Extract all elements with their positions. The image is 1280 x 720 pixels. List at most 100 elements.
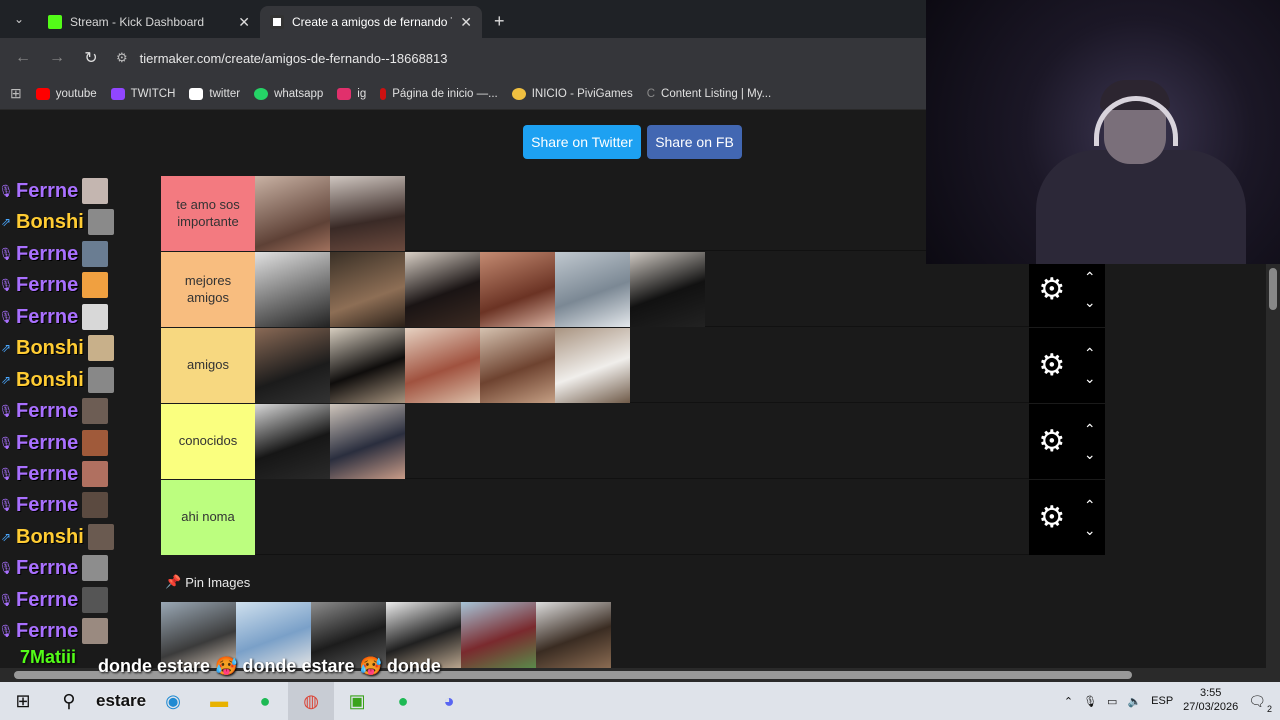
bookmark-label: twitter <box>209 87 241 100</box>
gear-icon[interactable]: ⚙ <box>1038 274 1065 305</box>
store-icon[interactable]: ▣ <box>334 682 380 720</box>
windows-start-icon[interactable]: ⊞ <box>0 682 46 720</box>
tier-label[interactable]: amigos <box>161 328 255 403</box>
chat-last-text: donde estare 🥵 donde estare 🥵 donde <box>98 656 441 677</box>
bookmark-whatsapp[interactable]: whatsapp <box>254 87 323 100</box>
tier-image[interactable] <box>255 176 330 251</box>
tier-image[interactable] <box>555 252 630 327</box>
tier-controls: ⚙ ⌃ ⌄ <box>1029 480 1105 555</box>
vertical-scrollbar[interactable] <box>1266 264 1280 668</box>
chat-emote <box>82 430 109 456</box>
pool-image[interactable] <box>536 602 611 668</box>
chat-username: Bonshi <box>16 368 84 391</box>
tier-image[interactable] <box>555 328 630 403</box>
bookmark-pivigames[interactable]: INICIO - PiviGames <box>511 87 633 100</box>
tab-title: Create a amigos de fernando Ti <box>292 15 453 29</box>
clock[interactable]: 3:55 27/03/2026 <box>1183 687 1238 715</box>
language-indicator[interactable]: ESP <box>1151 695 1173 707</box>
bookmark-label: Content Listing | My... <box>661 87 772 100</box>
edge-icon[interactable]: ◉ <box>150 682 196 720</box>
chevron-down-icon[interactable]: ⌄ <box>1084 294 1096 311</box>
chat-username: Ferrne <box>16 588 79 611</box>
site-info-icon[interactable]: ⚙ <box>116 50 128 66</box>
tier-image[interactable] <box>330 404 405 479</box>
tier-label[interactable]: mejores amigos <box>161 252 255 327</box>
tier-image[interactable] <box>480 252 555 327</box>
chat-emote <box>82 272 109 298</box>
share-fb-button[interactable]: Share on FB <box>647 125 742 159</box>
kick-badge-icon: ⇗ <box>0 341 12 355</box>
tier-image[interactable] <box>255 404 330 479</box>
bookmark-youtube[interactable]: youtube <box>35 87 97 100</box>
spotify-icon[interactable]: ● <box>380 682 426 720</box>
close-icon[interactable]: ✕ <box>460 14 472 31</box>
chevron-down-icon[interactable]: ⌄ <box>1084 370 1096 387</box>
address-bar[interactable]: ⚙ tiermaker.com/create/amigos-de-fernand… <box>116 43 918 73</box>
chevron-down-icon[interactable]: ⌄ <box>1084 446 1096 463</box>
chevron-up-icon[interactable]: ⌃ <box>1084 269 1096 286</box>
notification-icon[interactable]: 🗨 2 <box>1248 693 1272 714</box>
back-icon[interactable]: ← <box>14 49 32 67</box>
chevron-up-icon[interactable]: ⌃ <box>1084 497 1096 514</box>
bookmark-label: Página de inicio —... <box>392 87 498 100</box>
spotify-icon[interactable]: ● <box>242 682 288 720</box>
tier-label[interactable]: te amo sos importante <box>161 176 255 251</box>
tier-image[interactable] <box>255 328 330 403</box>
discord-icon[interactable]: ◕ <box>426 682 472 720</box>
chevron-up-icon[interactable]: ⌃ <box>1084 345 1096 362</box>
tab-kick-dashboard[interactable]: Stream - Kick Dashboard ✕ <box>38 6 260 38</box>
pivigames-icon <box>511 87 526 100</box>
chat-username: Ferrne <box>16 619 79 642</box>
tier-image[interactable] <box>330 328 405 403</box>
microphone-badge-icon: 🎙 <box>0 310 14 324</box>
tier-image[interactable] <box>330 252 405 327</box>
tier-row: ahi noma ⚙ ⌃ ⌄ <box>161 480 1105 555</box>
volume-icon[interactable]: 🔈 <box>1127 695 1141 708</box>
tier-images <box>255 252 705 327</box>
chat-username: Ferrne <box>16 179 79 202</box>
chat-username: Ferrne <box>16 431 79 454</box>
file-explorer-icon[interactable]: ▬ <box>196 682 242 720</box>
person-body <box>1036 150 1246 264</box>
new-tab-icon[interactable]: + <box>482 11 517 38</box>
tier-image[interactable] <box>405 328 480 403</box>
bookmark-ig[interactable]: ig <box>337 87 366 100</box>
bookmark-twitter[interactable]: twitter <box>189 87 241 100</box>
close-icon[interactable]: ✕ <box>238 14 250 31</box>
bookmark-pagina-inicio[interactable]: Página de inicio —... <box>380 87 498 100</box>
tier-image[interactable] <box>630 252 705 327</box>
chat-text: donde estare 🥵 donde estare 🥵 donde <box>98 656 441 676</box>
tier-label[interactable]: conocidos <box>161 404 255 479</box>
clock-time: 3:55 <box>1199 687 1222 700</box>
kick-favicon-icon <box>48 15 62 29</box>
network-icon[interactable]: ▭ <box>1107 695 1117 708</box>
tier-label[interactable]: ahi noma <box>161 480 255 555</box>
tier-images <box>255 404 405 479</box>
bookmark-twitch[interactable]: TWITCH <box>110 87 175 100</box>
pin-images-toggle[interactable]: 📌 Pin Images <box>165 574 250 590</box>
gear-icon[interactable]: ⚙ <box>1038 426 1065 457</box>
tab-search-icon[interactable]: ⌄ <box>4 4 34 34</box>
tier-image[interactable] <box>480 328 555 403</box>
gear-icon[interactable]: ⚙ <box>1038 350 1065 381</box>
chevron-down-icon[interactable]: ⌄ <box>1084 522 1096 539</box>
apps-icon[interactable]: ⊞ <box>10 85 22 102</box>
chevron-up-icon[interactable]: ⌃ <box>1064 695 1073 708</box>
tab-tiermaker[interactable]: Create a amigos de fernando Ti ✕ <box>260 6 482 38</box>
microphone-icon[interactable]: 🎙 <box>1083 695 1097 708</box>
scroll-thumb[interactable] <box>1269 268 1277 310</box>
chrome-icon[interactable]: ◍ <box>288 682 335 720</box>
tier-image[interactable] <box>255 252 330 327</box>
tier-image[interactable] <box>330 176 405 251</box>
search-icon[interactable]: ⚲ <box>46 682 92 720</box>
reload-icon[interactable]: ↻ <box>82 48 100 68</box>
tier-image[interactable] <box>405 252 480 327</box>
forward-icon[interactable]: → <box>48 49 66 67</box>
content-icon: C <box>646 87 656 100</box>
share-twitter-button[interactable]: Share on Twitter <box>523 125 641 159</box>
gear-icon[interactable]: ⚙ <box>1038 502 1065 533</box>
pool-image[interactable] <box>461 602 536 668</box>
bookmark-content-listing[interactable]: C Content Listing | My... <box>647 88 771 100</box>
chevron-up-icon[interactable]: ⌃ <box>1084 421 1096 438</box>
chat-message: 🎙 Ferrne <box>0 616 109 646</box>
